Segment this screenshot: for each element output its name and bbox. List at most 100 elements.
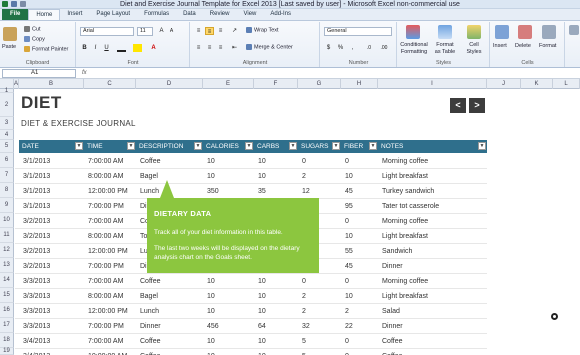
- cell-notes[interactable]: Coffee: [380, 335, 487, 348]
- cell-notes[interactable]: Tater tot casserole: [380, 200, 487, 213]
- font-color-button[interactable]: A: [149, 44, 158, 52]
- cell-time[interactable]: 8:00:00 AM: [86, 170, 136, 183]
- filter-dropdown-icon[interactable]: ▼: [245, 142, 253, 150]
- cell-notes[interactable]: Dinner: [380, 260, 487, 273]
- cell-calories[interactable]: 10: [205, 275, 254, 288]
- increase-decimal-button[interactable]: .0: [363, 44, 375, 52]
- cell-description[interactable]: Dinner: [138, 320, 203, 333]
- column-header-k[interactable]: K: [521, 79, 553, 89]
- tab-home[interactable]: Home: [28, 9, 61, 20]
- filter-dropdown-icon[interactable]: ▼: [289, 142, 297, 150]
- merge-center-button[interactable]: Merge & Center: [246, 44, 293, 51]
- cell-carbs[interactable]: 64: [256, 320, 298, 333]
- row-header-9[interactable]: 9: [0, 198, 14, 213]
- cell-date[interactable]: 3/4/2013: [21, 350, 84, 355]
- cell-date[interactable]: 3/3/2013: [21, 305, 84, 318]
- cell-description[interactable]: Coffee: [138, 275, 203, 288]
- column-header-i[interactable]: I: [378, 79, 487, 89]
- cell-sugars[interactable]: 2: [300, 170, 341, 183]
- cell-calories[interactable]: 350: [205, 185, 254, 198]
- decrease-decimal-button[interactable]: .00: [377, 44, 391, 52]
- name-box[interactable]: A1: [2, 69, 76, 78]
- align-left-icon[interactable]: ≡: [194, 44, 203, 52]
- currency-button[interactable]: $: [324, 44, 333, 52]
- filter-dropdown-icon[interactable]: ▼: [127, 142, 135, 150]
- column-header-h[interactable]: H: [341, 79, 378, 89]
- cell-description[interactable]: Lunch: [138, 305, 203, 318]
- cell-sugars[interactable]: 12: [300, 185, 341, 198]
- cell-notes[interactable]: Sandwich: [380, 245, 487, 258]
- indent-icon[interactable]: ⇤: [230, 44, 239, 52]
- cell-time[interactable]: 7:00:00 AM: [86, 215, 136, 228]
- row-header-13[interactable]: 13: [0, 258, 14, 273]
- align-right-icon[interactable]: ≡: [216, 44, 225, 52]
- cell-fiber[interactable]: 10: [343, 290, 378, 303]
- shrink-font-button[interactable]: A: [167, 27, 176, 35]
- underline-button[interactable]: U: [102, 44, 111, 52]
- filter-dropdown-icon[interactable]: ▼: [194, 142, 202, 150]
- cell-time[interactable]: 7:00:00 PM: [86, 320, 136, 333]
- cell-date[interactable]: 3/1/2013: [21, 170, 84, 183]
- cell-time[interactable]: 8:00:00 AM: [86, 290, 136, 303]
- cell-fiber[interactable]: 0: [343, 215, 378, 228]
- cell-notes[interactable]: Light breakfast: [380, 170, 487, 183]
- align-center-icon[interactable]: ≡: [205, 44, 214, 52]
- cell-calories[interactable]: 10: [205, 350, 254, 355]
- cell-notes[interactable]: Light breakfast: [380, 230, 487, 243]
- cell-sugars[interactable]: 32: [300, 320, 341, 333]
- cell-sugars[interactable]: 2: [300, 305, 341, 318]
- cut-button[interactable]: Cut: [24, 26, 41, 33]
- insert-button[interactable]: Insert: [493, 43, 507, 50]
- cell-date[interactable]: 3/3/2013: [21, 275, 84, 288]
- column-header-j[interactable]: J: [487, 79, 521, 89]
- cell-carbs[interactable]: 10: [256, 290, 298, 303]
- cell-time[interactable]: 12:00:00 PM: [86, 245, 136, 258]
- cell-carbs[interactable]: 10: [256, 275, 298, 288]
- cell-calories[interactable]: 10: [205, 170, 254, 183]
- borders-icon[interactable]: [117, 44, 126, 52]
- cell-fiber[interactable]: 2: [343, 305, 378, 318]
- editing-sum-icon[interactable]: [569, 25, 579, 35]
- italic-button[interactable]: I: [91, 44, 100, 52]
- cell-carbs[interactable]: 10: [256, 335, 298, 348]
- cell-time[interactable]: 7:00:00 PM: [86, 260, 136, 273]
- cell-time[interactable]: 10:00:00 AM: [86, 350, 136, 355]
- cell-date[interactable]: 3/2/2013: [21, 245, 84, 258]
- cell-sugars[interactable]: 5: [300, 335, 341, 348]
- cell-notes[interactable]: Light breakfast: [380, 290, 487, 303]
- cell-date[interactable]: 3/4/2013: [21, 335, 84, 348]
- row-header-16[interactable]: 16: [0, 303, 14, 318]
- row-header-19[interactable]: 19: [0, 348, 14, 355]
- filter-dropdown-icon[interactable]: ▼: [332, 142, 340, 150]
- tab-add-ins[interactable]: Add-Ins: [263, 9, 298, 20]
- cell-date[interactable]: 3/1/2013: [21, 200, 84, 213]
- cell-carbs[interactable]: 10: [256, 350, 298, 355]
- tab-view[interactable]: View: [236, 9, 263, 20]
- cell-fiber[interactable]: 22: [343, 320, 378, 333]
- column-header-d[interactable]: D: [136, 79, 203, 89]
- cell-fiber[interactable]: 95: [343, 200, 378, 213]
- row-header-3[interactable]: 3: [0, 117, 14, 130]
- paste-button[interactable]: Paste: [2, 44, 16, 51]
- cell-notes[interactable]: Morning coffee: [380, 155, 487, 168]
- align-top-icon[interactable]: ≡: [194, 27, 203, 35]
- cell-sugars[interactable]: 0: [300, 275, 341, 288]
- cell-description[interactable]: Bagel: [138, 290, 203, 303]
- align-bottom-icon[interactable]: ≡: [216, 27, 225, 35]
- row-header-14[interactable]: 14: [0, 273, 14, 288]
- format-as-table-button[interactable]: Format as Table: [432, 42, 458, 56]
- row-header-11[interactable]: 11: [0, 228, 14, 243]
- cell-notes[interactable]: Morning coffee: [380, 275, 487, 288]
- cell-date[interactable]: 3/3/2013: [21, 290, 84, 303]
- column-header-l[interactable]: L: [553, 79, 580, 89]
- cell-fiber[interactable]: 0: [343, 335, 378, 348]
- cell-calories[interactable]: 10: [205, 290, 254, 303]
- orientation-icon[interactable]: ↗: [230, 27, 239, 35]
- prev-sheet-button[interactable]: <: [450, 98, 466, 113]
- tab-formulas[interactable]: Formulas: [137, 9, 176, 20]
- cell-sugars[interactable]: 0: [300, 155, 341, 168]
- align-middle-icon[interactable]: ≡: [205, 27, 214, 35]
- percent-button[interactable]: %: [336, 44, 345, 52]
- row-header-2[interactable]: 2: [0, 93, 14, 117]
- cell-description[interactable]: Coffee: [138, 335, 203, 348]
